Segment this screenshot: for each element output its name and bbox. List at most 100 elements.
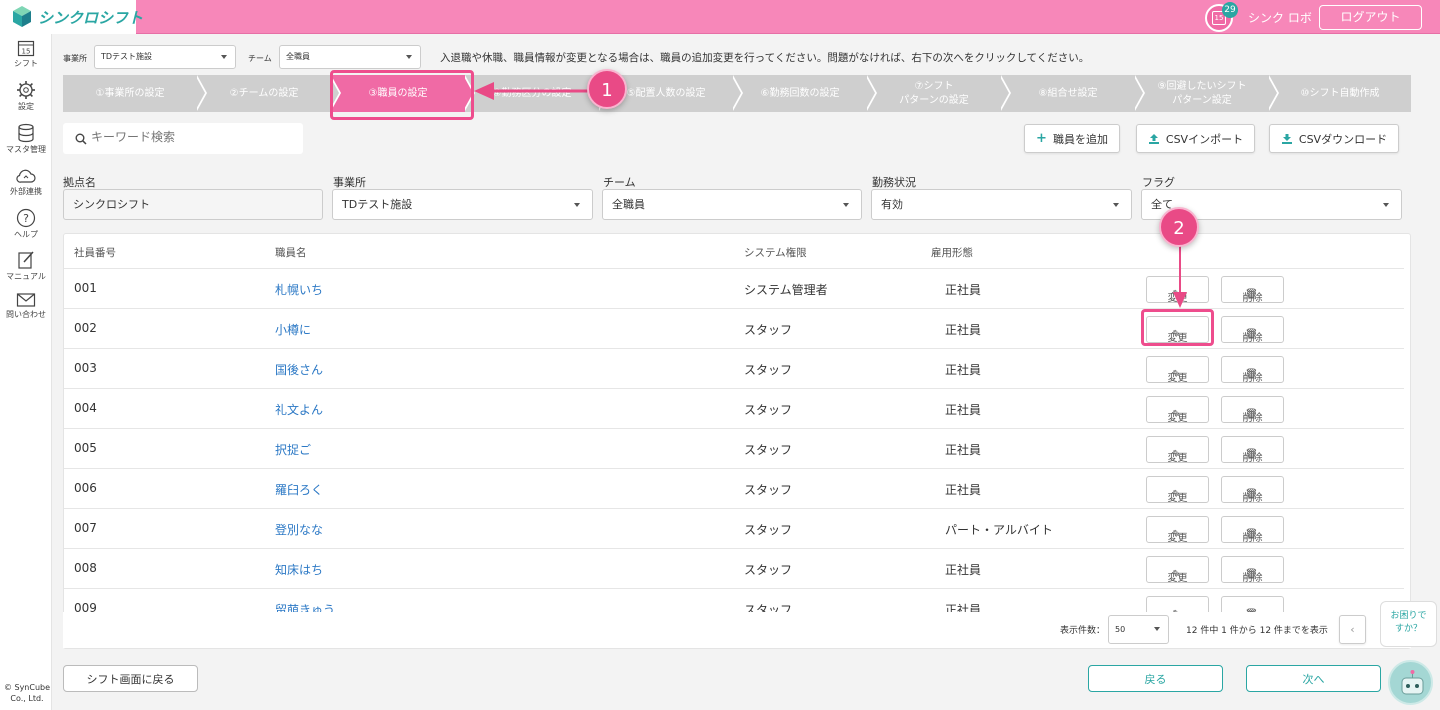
annotation-badge-2: 2 bbox=[1159, 207, 1199, 247]
sidebar-item-contact[interactable]: 問い合わせ bbox=[0, 292, 52, 320]
edit-button[interactable]: ✎変更 bbox=[1146, 436, 1209, 464]
copyright-line: © SynCube bbox=[3, 683, 51, 692]
column-header: 雇用形態 bbox=[931, 247, 973, 259]
step-7[interactable]: ⑦シフト パターンの設定 bbox=[867, 75, 1001, 112]
staff-employment-type: 正社員 bbox=[945, 283, 982, 297]
pagination-bar: 表示件数： 50 12 件中 1 件から 12 件までを表示 ‹ bbox=[63, 612, 1411, 648]
prev-page-button[interactable]: ‹ bbox=[1339, 615, 1366, 644]
edit-button[interactable]: ✎変更 bbox=[1146, 356, 1209, 384]
table-row: 006 羅臼ろく スタッフ 正社員 ✎ 変更 🗑 削除 bbox=[64, 469, 1404, 509]
setup-steps: ①事業所の設定 ②チームの設定 ③職員の設定 ④勤務区分の設定 ⑤配置人数の設定… bbox=[63, 75, 1411, 112]
delete-label: 削除 bbox=[1242, 333, 1263, 344]
copyright-line: Co., Ltd. bbox=[10, 694, 44, 703]
column-header: 社員番号 bbox=[74, 247, 116, 259]
staff-role: スタッフ bbox=[744, 443, 793, 457]
robot-assistant-icon[interactable] bbox=[1388, 660, 1433, 705]
delete-button[interactable]: 🗑削除 bbox=[1221, 396, 1284, 424]
search-box[interactable] bbox=[63, 123, 303, 154]
staff-role: スタッフ bbox=[744, 363, 793, 377]
sidebar-item-label: マスタ管理 bbox=[6, 145, 46, 154]
csv-import-button[interactable]: CSVインポート bbox=[1136, 124, 1255, 153]
app-logo[interactable]: シンクロシフト bbox=[0, 0, 143, 34]
delete-label: 削除 bbox=[1242, 493, 1263, 504]
per-page-value: 50 bbox=[1115, 625, 1126, 634]
step-separator bbox=[1267, 75, 1277, 111]
staff-name-link[interactable]: 羅臼ろく bbox=[275, 481, 323, 498]
step-10[interactable]: ⑩シフト自動作成 bbox=[1269, 75, 1411, 112]
staff-employment-type: 正社員 bbox=[945, 323, 982, 337]
app-name: シンクロシフト bbox=[38, 8, 144, 27]
sidebar-item-settings[interactable]: 設定 bbox=[0, 80, 52, 112]
search-input[interactable] bbox=[91, 130, 291, 144]
per-page-select[interactable]: 50 bbox=[1108, 615, 1169, 644]
edit-button[interactable]: ✎変更 bbox=[1146, 476, 1209, 504]
office-filter-select[interactable]: TDテスト施設 bbox=[332, 189, 593, 220]
per-page-label: 表示件数： bbox=[1060, 626, 1106, 636]
next-button[interactable]: 次へ bbox=[1246, 665, 1381, 692]
table-row: 001札幌いちシステム管理者正社員✎変更🗑削除 bbox=[64, 269, 1404, 309]
sidebar-item-master[interactable]: マスタ管理 bbox=[0, 123, 52, 155]
chevron-down-icon bbox=[574, 203, 580, 207]
staff-id: 007 bbox=[74, 521, 97, 535]
staff-name-link[interactable]: 札幌いち bbox=[275, 281, 323, 298]
staff-id: 003 bbox=[74, 361, 97, 375]
back-to-shift-button[interactable]: シフト画面に戻る bbox=[63, 665, 198, 692]
delete-label: 削除 bbox=[1242, 573, 1263, 584]
team-select[interactable]: 全職員 bbox=[279, 45, 421, 69]
staff-employment-type: パート・アルバイト bbox=[945, 523, 1053, 537]
step-6[interactable]: ⑥勤務回数の設定 bbox=[733, 75, 867, 112]
staff-name-link[interactable]: 知床はち bbox=[275, 561, 323, 578]
delete-button[interactable]: 🗑削除 bbox=[1221, 516, 1284, 544]
calendar-icon: 15 bbox=[17, 40, 35, 57]
help-icon: ? bbox=[16, 208, 36, 228]
chevron-down-icon bbox=[843, 203, 849, 207]
cube-logo-icon bbox=[12, 5, 32, 29]
staff-name-link[interactable]: 択捉ご bbox=[275, 441, 311, 458]
step-2[interactable]: ②チームの設定 bbox=[197, 75, 331, 112]
sidebar-item-manual[interactable]: マニュアル bbox=[0, 250, 52, 282]
status-filter-select[interactable]: 有効 bbox=[871, 189, 1132, 220]
delete-button[interactable]: 🗑削除 bbox=[1221, 356, 1284, 384]
staff-name-link[interactable]: 登別なな bbox=[275, 521, 323, 538]
logout-button[interactable]: ログアウト bbox=[1319, 5, 1422, 30]
edit-button[interactable]: ✎変更 bbox=[1146, 516, 1209, 544]
robot-icon bbox=[1401, 670, 1424, 695]
staff-id: 001 bbox=[74, 281, 97, 295]
chevron-down-icon bbox=[406, 55, 412, 59]
step-separator bbox=[731, 75, 741, 111]
sidebar-item-integration[interactable]: 外部連携 bbox=[0, 167, 52, 197]
help-text: お困りで bbox=[1390, 611, 1427, 621]
help-bubble[interactable]: お困りで すか？ bbox=[1380, 601, 1437, 647]
team-filter-select[interactable]: 全職員 bbox=[602, 189, 862, 220]
notification-count-badge: 29 bbox=[1222, 2, 1238, 18]
sidebar-item-label: マニュアル bbox=[6, 272, 46, 281]
step-label: パターン設定 bbox=[1172, 94, 1232, 106]
back-button[interactable]: 戻る bbox=[1088, 665, 1223, 692]
delete-button[interactable]: 🗑削除 bbox=[1221, 556, 1284, 584]
staff-employment-type: 正社員 bbox=[945, 363, 982, 377]
delete-button[interactable]: 🗑削除 bbox=[1221, 436, 1284, 464]
edit-button[interactable]: ✎変更 bbox=[1146, 396, 1209, 424]
base-label: 拠点名 bbox=[63, 176, 96, 189]
delete-button[interactable]: 🗑削除 bbox=[1221, 476, 1284, 504]
csv-download-button[interactable]: CSVダウンロード bbox=[1269, 124, 1399, 153]
annotation-highlight-step bbox=[330, 70, 474, 120]
step-1[interactable]: ①事業所の設定 bbox=[63, 75, 197, 112]
staff-name-link[interactable]: 小樽に bbox=[275, 321, 311, 338]
staff-id: 005 bbox=[74, 441, 97, 455]
sidebar-item-help[interactable]: ? ヘルプ bbox=[0, 208, 52, 240]
staff-table: 社員番号 職員名 システム権限 雇用形態 001札幌いちシステム管理者正社員✎変… bbox=[63, 233, 1411, 649]
delete-label: 削除 bbox=[1242, 413, 1263, 424]
delete-label: 削除 bbox=[1242, 533, 1263, 544]
staff-name-link[interactable]: 国後さん bbox=[275, 361, 323, 378]
step-9[interactable]: ⑨回避したいシフト パターン設定 bbox=[1135, 75, 1269, 112]
delete-button[interactable]: 🗑削除 bbox=[1221, 276, 1284, 304]
sidebar-item-shift[interactable]: 15 シフト bbox=[0, 39, 52, 69]
add-staff-button[interactable]: + 職員を追加 bbox=[1024, 124, 1120, 153]
staff-name-link[interactable]: 礼文よん bbox=[275, 401, 323, 418]
edit-button[interactable]: ✎変更 bbox=[1146, 556, 1209, 584]
step-8[interactable]: ⑧組合せ設定 bbox=[1001, 75, 1135, 112]
delete-button[interactable]: 🗑削除 bbox=[1221, 316, 1284, 344]
office-select[interactable]: TDテスト施設 bbox=[94, 45, 236, 69]
notice-text: 入退職や休職、職員情報が変更となる場合は、職員の追加変更を行ってください。問題が… bbox=[440, 52, 1090, 64]
